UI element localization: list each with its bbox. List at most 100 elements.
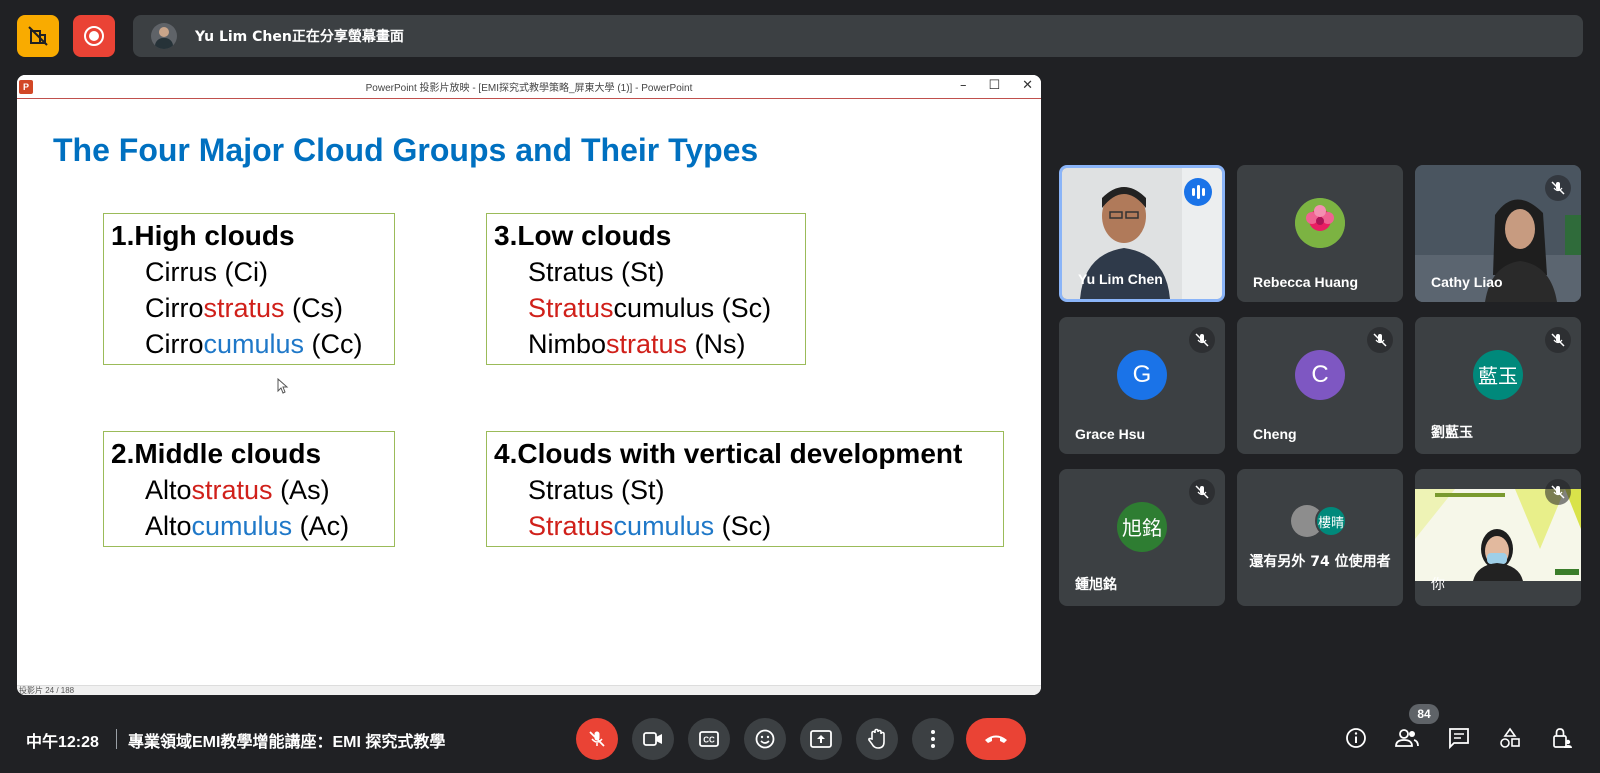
leave-call-button[interactable] xyxy=(966,718,1026,760)
participant-name: Yu Lim Chen xyxy=(1078,271,1163,287)
mic-off-icon xyxy=(1545,327,1571,353)
more-participants-label: 還有另外 74 位使用者 xyxy=(1249,554,1391,570)
group-heading: 2.Middle clouds xyxy=(111,438,322,469)
captions-off-button[interactable] xyxy=(17,15,59,57)
participant-name: Rebecca Huang xyxy=(1253,274,1359,290)
raise-hand-button[interactable] xyxy=(856,718,898,760)
present-button[interactable] xyxy=(800,718,842,760)
svg-text:CC: CC xyxy=(703,736,715,745)
mic-off-icon xyxy=(1367,327,1393,353)
cloud-type: Stratuscumulus (Sc) xyxy=(528,511,772,541)
camera-button[interactable] xyxy=(632,718,674,760)
ppt-titlebar: P PowerPoint 投影片放映 - [EMI探究式教學策略_屏東大學 (1… xyxy=(17,75,1041,99)
cloud-type: Altostratus (As) xyxy=(145,475,330,505)
cloud-group-low: 3.Low clouds Stratus (St) Stratuscumulus… xyxy=(486,213,806,365)
avatar: C xyxy=(1295,349,1345,400)
reactions-button[interactable] xyxy=(744,718,786,760)
clock: 中午12:28 xyxy=(26,734,99,751)
avatar: 旭銘 xyxy=(1117,501,1167,552)
mic-off-icon xyxy=(589,731,605,747)
activities-button[interactable] xyxy=(1494,722,1526,754)
lock-person-icon xyxy=(1553,728,1572,748)
ppt-window-title: PowerPoint 投影片放映 - [EMI探究式教學策略_屏東大學 (1)]… xyxy=(365,83,693,94)
avatar xyxy=(1295,197,1345,248)
record-icon xyxy=(84,26,104,46)
participant-tile[interactable]: Rebecca Huang xyxy=(1237,165,1403,302)
host-controls-button[interactable] xyxy=(1546,722,1578,754)
cloud-type: Stratuscumulus (Sc) xyxy=(528,293,772,323)
participant-tile[interactable]: Yu Lim Chen xyxy=(1059,165,1225,302)
hang-up-icon xyxy=(985,735,1007,743)
chat-button[interactable] xyxy=(1443,722,1475,754)
participant-name: Cathy Liao xyxy=(1431,274,1503,290)
participant-tile[interactable]: 旭銘 鍾旭銘 xyxy=(1059,469,1225,606)
shapes-icon xyxy=(1500,727,1520,748)
participant-tile[interactable]: G Grace Hsu xyxy=(1059,317,1225,454)
slide-counter: 投影片 24 / 188 xyxy=(19,686,75,695)
closed-captions-icon: CC xyxy=(699,731,719,747)
no-building-icon xyxy=(28,26,48,46)
group-heading: 3.Low clouds xyxy=(494,220,672,251)
mic-off-icon xyxy=(1189,327,1215,353)
divider xyxy=(116,729,117,749)
participant-tile[interactable]: Cathy Liao xyxy=(1415,165,1581,302)
mic-off-icon xyxy=(1189,479,1215,505)
cloud-type: Stratus (St) xyxy=(528,257,665,287)
flower-avatar-icon xyxy=(1295,197,1345,248)
recording-button[interactable] xyxy=(73,15,115,57)
more-participants-tile[interactable]: 樓晴 還有另外 74 位使用者 xyxy=(1237,469,1403,606)
more-options-button[interactable] xyxy=(912,718,954,760)
info-icon xyxy=(1346,728,1366,748)
people-button[interactable] xyxy=(1391,722,1423,754)
window-controls: – ☐ ✕ xyxy=(960,78,1033,93)
self-tile[interactable]: 你 xyxy=(1415,469,1581,606)
avatar: G xyxy=(1117,349,1167,400)
participant-name: Grace Hsu xyxy=(1075,426,1146,442)
microphone-button[interactable] xyxy=(576,718,618,760)
presenter-avatar xyxy=(151,23,177,49)
more-vert-icon xyxy=(931,730,935,748)
group-heading: 1.High clouds xyxy=(111,220,295,251)
present-screen-icon xyxy=(810,730,832,748)
emoji-icon xyxy=(755,729,775,749)
mouse-cursor-icon xyxy=(277,378,289,394)
participant-name: 劉藍玉 xyxy=(1431,424,1473,440)
slide-title: The Four Major Cloud Groups and Their Ty… xyxy=(53,132,759,168)
maximize-icon[interactable]: ☐ xyxy=(988,78,1000,93)
powerpoint-icon: P xyxy=(19,80,33,94)
participant-tile[interactable]: C Cheng xyxy=(1237,317,1403,454)
mic-off-icon xyxy=(1545,175,1571,201)
cloud-group-vertical: 4.Clouds with vertical development Strat… xyxy=(486,431,1004,547)
ppt-status-bar: 投影片 24 / 188 xyxy=(17,685,1041,695)
share-banner-text: Yu Lim Chen正在分享螢幕畫面 xyxy=(195,29,404,45)
mic-off-icon xyxy=(1545,479,1571,505)
captions-button[interactable]: CC xyxy=(688,718,730,760)
meeting-title: 專業領域EMI教學增能講座：EMI 探究式教學 xyxy=(128,734,446,751)
meeting-details-button[interactable] xyxy=(1340,722,1372,754)
cloud-type: Altocumulus (Ac) xyxy=(145,511,350,541)
close-icon[interactable]: ✕ xyxy=(1022,78,1033,93)
cloud-type: Cirrus (Ci) xyxy=(145,257,268,287)
cloud-group-high: 1.High clouds Cirrus (Ci) Cirrostratus (… xyxy=(103,213,395,365)
cloud-group-middle: 2.Middle clouds Altostratus (As) Altocum… xyxy=(103,431,395,547)
cloud-type: Cirrostratus (Cs) xyxy=(145,293,344,323)
speaking-indicator-icon xyxy=(1184,178,1212,206)
cloud-type: Cirrocumulus (Cc) xyxy=(145,329,363,359)
cloud-type: Nimbostratus (Ns) xyxy=(528,329,746,359)
people-count-badge: 84 xyxy=(1409,704,1439,724)
people-icon xyxy=(1395,729,1419,747)
minimize-icon[interactable]: – xyxy=(960,78,967,93)
avatar: 樓晴 xyxy=(1315,505,1347,537)
participant-name: 鍾旭銘 xyxy=(1075,576,1117,592)
presentation-window[interactable]: P PowerPoint 投影片放映 - [EMI探究式教學策略_屏東大學 (1… xyxy=(17,75,1041,695)
raise-hand-icon xyxy=(868,728,885,749)
participant-tile[interactable]: 藍玉 劉藍玉 xyxy=(1415,317,1581,454)
screen-share-banner: Yu Lim Chen正在分享螢幕畫面 xyxy=(133,15,1583,57)
participant-name: 你 xyxy=(1431,576,1445,592)
cloud-type: Stratus (St) xyxy=(528,475,665,505)
participant-name: Cheng xyxy=(1253,426,1297,442)
video-camera-icon xyxy=(643,732,662,746)
group-heading: 4.Clouds with vertical development xyxy=(494,438,963,469)
avatar: 藍玉 xyxy=(1473,349,1523,400)
chat-icon xyxy=(1449,728,1469,749)
